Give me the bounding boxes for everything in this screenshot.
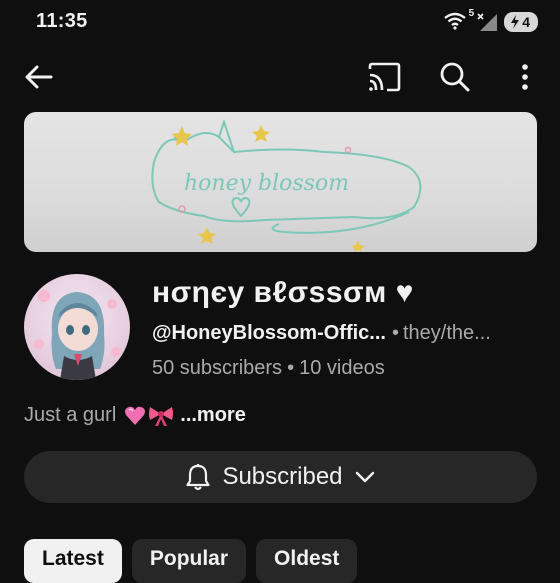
status-time: 11:35 [36,10,88,32]
chip-popular[interactable]: Popular [131,539,247,583]
channel-stats: 50 subscribers • 10 videos [152,357,385,380]
battery-charging-icon: 4 [504,12,538,32]
more-vertical-icon[interactable] [506,58,544,96]
more-link[interactable]: ...more [180,404,246,427]
chip-oldest[interactable]: Oldest [256,539,358,583]
bell-icon [186,463,211,491]
banner-art-text: honey blossom [184,171,349,196]
separator-dot: • [287,357,295,379]
channel-handle: @HoneyBlossom-Offic... [152,322,386,344]
status-icons: 5 4 [444,8,538,33]
banner-drawing: honey blossom [151,118,422,252]
top-toolbar [0,50,560,104]
separator-dot: • [391,322,399,344]
video-sort-chips: Latest Popular Oldest [24,539,358,583]
signal-icon [476,12,500,32]
subscribed-label: Subscribed [222,463,343,490]
channel-avatar[interactable] [24,274,130,380]
wifi-icon: 5 [444,8,474,32]
chevron-down-icon [355,470,375,484]
channel-name: нσηєу вℓσѕѕσм ♥ [152,276,414,309]
channel-banner: honey blossom [24,112,537,252]
status-bar: 11:35 5 4 [0,0,560,44]
search-icon[interactable] [436,58,474,96]
video-count: 10 videos [299,357,385,379]
cast-icon[interactable] [365,58,403,96]
subscribed-button[interactable]: Subscribed [24,451,537,503]
channel-description[interactable]: Just a gurl ...more [24,404,246,427]
pink-heart-icon [124,405,146,427]
wifi-badge: 5 [468,8,475,19]
channel-handle-row[interactable]: @HoneyBlossom-Offic... • they/the... [152,322,491,345]
channel-pronouns: they/the... [403,322,491,344]
chip-latest[interactable]: Latest [24,539,122,583]
description-text: Just a gurl [24,404,117,426]
battery-level: 4 [522,14,530,30]
back-arrow-icon[interactable] [20,58,58,96]
subscriber-count: 50 subscribers [152,357,283,379]
ribbon-bow-icon [148,405,174,427]
